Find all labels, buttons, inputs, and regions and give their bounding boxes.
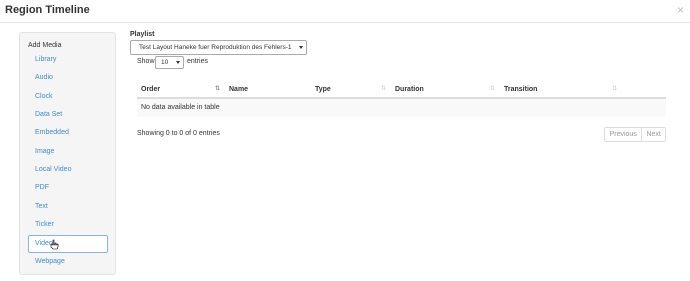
pagination: Previous Next bbox=[604, 127, 666, 142]
entries-per-page-value: 10 bbox=[161, 59, 169, 66]
sort-ascending-icon[interactable]: ⇅ bbox=[215, 82, 220, 97]
playlist-select[interactable]: Test Layout Haneke fuer Reproduktion des… bbox=[130, 40, 307, 55]
table-info: Showing 0 to 0 of 0 entries bbox=[137, 130, 220, 137]
show-label: Show bbox=[137, 58, 155, 65]
hand-cursor-icon bbox=[50, 239, 59, 250]
entries-label: entries bbox=[187, 58, 209, 65]
previous-button[interactable]: Previous bbox=[605, 128, 643, 141]
add-media-heading: Add Media bbox=[28, 42, 62, 49]
empty-table-row: No data available in table bbox=[137, 99, 666, 117]
timeline-table: Order ⇅ Name Type ⇅ Duration ⇅ Transitio… bbox=[137, 82, 666, 117]
sidebar-item-data-set[interactable]: Data Set bbox=[28, 106, 108, 124]
sidebar-item-webpage[interactable]: Webpage bbox=[28, 253, 108, 271]
column-header-order[interactable]: Order bbox=[141, 82, 160, 97]
sidebar-item-pdf[interactable]: PDF bbox=[28, 179, 108, 197]
sidebar-item-text[interactable]: Text bbox=[28, 198, 108, 216]
close-icon[interactable]: × bbox=[677, 3, 684, 17]
add-media-panel: Add Media Library Audio Clock Data Set E… bbox=[19, 32, 116, 275]
sidebar-item-audio[interactable]: Audio bbox=[28, 69, 108, 87]
chevron-down-icon bbox=[176, 61, 180, 64]
entries-per-page-select[interactable]: 10 bbox=[155, 56, 184, 69]
sidebar-item-clock[interactable]: Clock bbox=[28, 88, 108, 106]
playlist-selected-value: Test Layout Haneke fuer Reproduktion des… bbox=[139, 44, 292, 51]
sidebar-item-library[interactable]: Library bbox=[28, 51, 108, 69]
modal-title: Region Timeline bbox=[5, 4, 90, 16]
sidebar-item-embedded[interactable]: Embedded bbox=[28, 124, 108, 142]
table-header: Order ⇅ Name Type ⇅ Duration ⇅ Transitio… bbox=[137, 82, 666, 99]
sort-icon[interactable]: ⇅ bbox=[612, 82, 617, 97]
sidebar-item-video[interactable]: Video bbox=[28, 235, 108, 253]
column-header-name[interactable]: Name bbox=[229, 82, 248, 97]
playlist-label: Playlist bbox=[130, 31, 155, 38]
sort-icon[interactable]: ⇅ bbox=[490, 82, 495, 97]
sidebar-item-image[interactable]: Image bbox=[28, 143, 108, 161]
sort-icon[interactable]: ⇅ bbox=[381, 82, 386, 97]
sidebar-item-ticker[interactable]: Ticker bbox=[28, 216, 108, 234]
column-header-type[interactable]: Type bbox=[315, 82, 331, 97]
modal-header: Region Timeline × bbox=[0, 0, 690, 23]
chevron-down-icon bbox=[299, 46, 303, 49]
next-button[interactable]: Next bbox=[642, 128, 665, 141]
column-header-duration[interactable]: Duration bbox=[395, 82, 424, 97]
column-header-transition[interactable]: Transition bbox=[504, 82, 537, 97]
sidebar-item-local-video[interactable]: Local Video bbox=[28, 161, 108, 179]
